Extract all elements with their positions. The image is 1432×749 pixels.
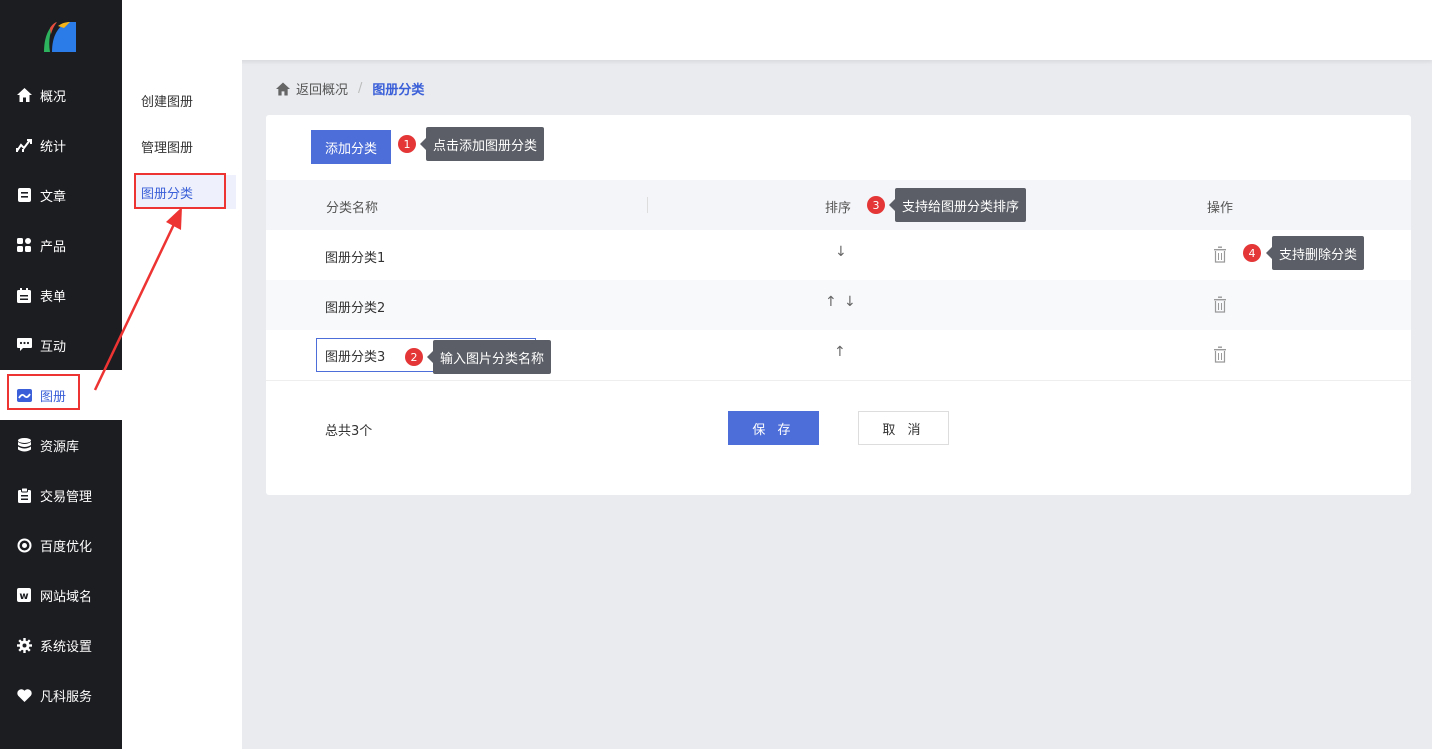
nav-item-products[interactable]: 产品 xyxy=(0,220,122,270)
add-category-button[interactable]: 添加分类 xyxy=(311,130,391,164)
nav-item-articles[interactable]: 文章 xyxy=(0,170,122,220)
breadcrumb-back-link[interactable]: 返回概况 xyxy=(296,79,348,98)
nav-item-label: 交易管理 xyxy=(40,489,93,505)
column-header-name: 分类名称 xyxy=(326,201,379,216)
annotation-badge: 1 xyxy=(398,135,416,153)
divider xyxy=(266,380,1411,381)
annotation-badge: 4 xyxy=(1243,244,1261,262)
nav-item-album[interactable]: 图册 xyxy=(0,370,122,420)
trash-icon[interactable] xyxy=(1212,345,1228,363)
domain-icon: w xyxy=(16,587,32,603)
table-row: 图册分类2 ↑ ↓ xyxy=(266,280,1411,330)
nav-item-label: 凡科服务 xyxy=(40,689,93,705)
category-name: 图册分类1 xyxy=(325,251,386,266)
secondary-menu: 创建图册 管理图册 图册分类 xyxy=(122,60,242,749)
svg-text:w: w xyxy=(19,591,28,602)
nav-item-overview[interactable]: 概况 xyxy=(0,70,122,120)
home-icon xyxy=(16,87,32,103)
database-icon xyxy=(16,437,32,453)
nav-item-settings[interactable]: 系统设置 xyxy=(0,620,122,670)
sort-up-arrow[interactable]: ↑ xyxy=(834,344,846,360)
form-icon xyxy=(16,287,32,303)
breadcrumb-current: 图册分类 xyxy=(372,83,425,98)
total-count: 总共3个 xyxy=(325,424,373,439)
nav-item-label: 统计 xyxy=(40,139,67,155)
nav-item-interaction[interactable]: 互动 xyxy=(0,320,122,370)
nav-item-domain[interactable]: w 网站域名 xyxy=(0,570,122,620)
nav-item-label: 网站域名 xyxy=(40,589,93,605)
seo-icon xyxy=(16,537,32,553)
sort-up-arrow[interactable]: ↑ xyxy=(825,294,837,310)
logo-icon[interactable] xyxy=(38,18,80,54)
submenu-album-category[interactable]: 图册分类 xyxy=(134,175,236,209)
album-icon xyxy=(16,387,32,403)
trash-icon[interactable] xyxy=(1212,245,1228,263)
annotation-tooltip: 支持删除分类 xyxy=(1265,236,1365,270)
sort-down-arrow[interactable]: ↓ xyxy=(844,294,856,310)
annotation-tooltip: 点击添加图册分类 xyxy=(419,127,545,161)
gear-icon xyxy=(16,637,32,653)
column-divider xyxy=(647,197,648,213)
breadcrumb: 返回概况 / 图册分类 xyxy=(276,79,424,98)
submenu-manage-album[interactable]: 管理图册 xyxy=(122,123,242,169)
nav-item-forms[interactable]: 表单 xyxy=(0,270,122,320)
article-icon xyxy=(16,187,32,203)
nav-item-label: 百度优化 xyxy=(40,539,93,555)
nav-item-trade[interactable]: 交易管理 xyxy=(0,470,122,520)
nav-item-label: 系统设置 xyxy=(40,639,93,655)
annotation-badge: 3 xyxy=(867,196,885,214)
nav-item-label: 概况 xyxy=(40,89,67,105)
category-card: 添加分类 分类名称 排序 操作 图册分类1 ↓ 图册分类2 ↑ ↓ ↑ 总共3个… xyxy=(266,115,1411,495)
save-button[interactable]: 保 存 xyxy=(728,411,819,445)
cancel-button[interactable]: 取 消 xyxy=(858,411,949,445)
submenu-create-album[interactable]: 创建图册 xyxy=(122,77,242,123)
chart-icon xyxy=(16,137,32,153)
table-header: 分类名称 排序 操作 xyxy=(266,180,1411,230)
nav-item-label: 资源库 xyxy=(40,439,80,455)
column-header-action: 操作 xyxy=(1207,201,1234,216)
annotation-tooltip: 输入图片分类名称 xyxy=(426,340,552,374)
nav-item-label: 表单 xyxy=(40,289,67,305)
trash-icon[interactable] xyxy=(1212,295,1228,313)
nav-item-resources[interactable]: 资源库 xyxy=(0,420,122,470)
annotation-badge: 2 xyxy=(405,348,423,366)
home-icon[interactable] xyxy=(276,81,290,96)
heart-icon xyxy=(16,687,32,703)
nav-item-label: 产品 xyxy=(40,239,67,255)
category-name: 图册分类2 xyxy=(325,301,386,316)
chat-icon xyxy=(16,337,32,353)
top-header xyxy=(122,0,1432,60)
nav-item-label: 文章 xyxy=(40,189,67,205)
table-row: 图册分类1 ↓ xyxy=(266,230,1411,280)
column-header-sort: 排序 xyxy=(825,201,852,216)
clipboard-icon xyxy=(16,487,32,503)
annotation-tooltip: 支持给图册分类排序 xyxy=(888,188,1027,222)
nav-item-service[interactable]: 凡科服务 xyxy=(0,670,122,720)
nav-item-seo[interactable]: 百度优化 xyxy=(0,520,122,570)
breadcrumb-separator: / xyxy=(358,81,363,96)
nav-item-label: 互动 xyxy=(40,339,67,355)
main-sidebar: 概况 统计 文章 产品 表单 互动 图册 资源库 交易管理 百度优化 w 网站域… xyxy=(0,0,122,749)
grid-icon xyxy=(16,237,32,253)
sort-down-arrow[interactable]: ↓ xyxy=(835,244,847,260)
nav-item-label: 图册 xyxy=(40,389,67,405)
nav-item-stats[interactable]: 统计 xyxy=(0,120,122,170)
